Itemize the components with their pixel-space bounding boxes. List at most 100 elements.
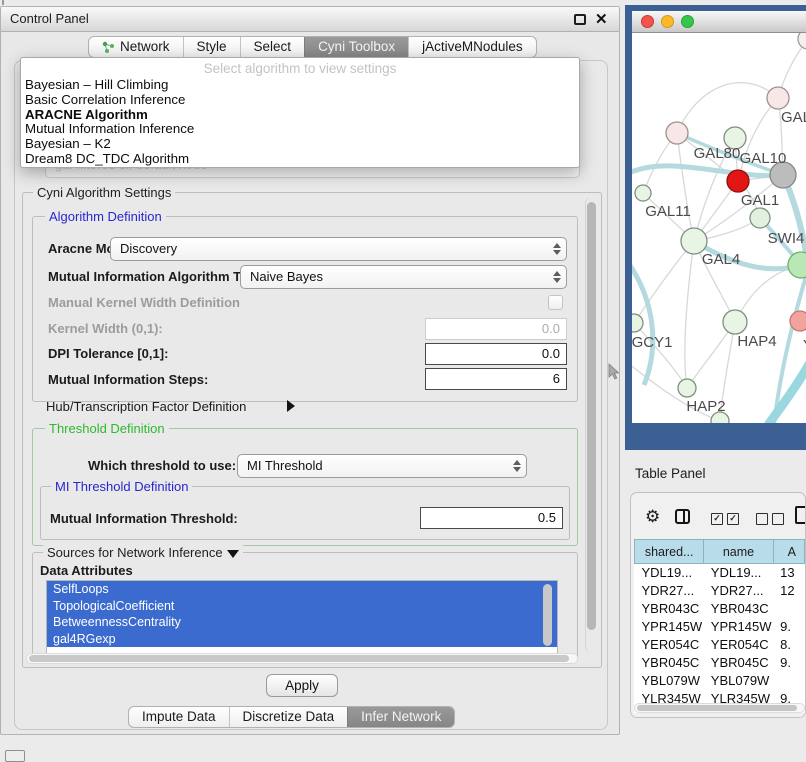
node-label: HAP4 xyxy=(737,333,776,350)
node-gal1[interactable] xyxy=(750,208,770,228)
close-traffic-light-icon[interactable] xyxy=(641,15,654,28)
table-hscroll-thumb[interactable] xyxy=(637,705,797,711)
mi-threshold-label: Mutual Information Threshold: xyxy=(50,510,238,528)
attribute-item[interactable]: BetweennessCentrality xyxy=(47,614,557,631)
algorithm-option[interactable]: Bayesian – K2 xyxy=(21,137,579,152)
cell[interactable]: YPR145W xyxy=(635,618,704,636)
unchecked-box-icon xyxy=(772,513,784,525)
apply-button[interactable]: Apply xyxy=(266,674,338,697)
cell[interactable]: 8. xyxy=(773,636,804,654)
file-icon[interactable] xyxy=(795,506,806,524)
tab-select[interactable]: Select xyxy=(240,37,305,57)
column-header-shared-name[interactable]: shared... xyxy=(635,540,704,564)
tab-impute-data-label: Impute Data xyxy=(142,706,216,728)
cell[interactable]: YBL079W xyxy=(704,672,773,690)
algorithm-option[interactable]: Bayesian – Hill Climbing xyxy=(21,78,579,93)
float-window-icon[interactable] xyxy=(574,14,586,25)
cell[interactable]: YBR043C xyxy=(635,600,704,618)
settings-hscroll-track[interactable] xyxy=(26,653,578,664)
mi-threshold-input[interactable]: 0.5 xyxy=(420,507,563,529)
cell[interactable]: YBL079W xyxy=(635,672,704,690)
attribute-item[interactable]: SelfLoops xyxy=(47,581,557,598)
which-threshold-combobox[interactable]: MI Threshold xyxy=(237,454,527,478)
attributes-list-scrollbar[interactable] xyxy=(543,584,552,646)
node-gcy1[interactable] xyxy=(632,314,643,332)
algorithm-option[interactable]: Dream8 DC_TDC Algorithm xyxy=(21,152,579,167)
collapsed-panel-button[interactable] xyxy=(5,750,25,762)
cell[interactable]: 9. xyxy=(773,618,804,636)
node-swi4[interactable] xyxy=(788,252,806,278)
cell[interactable]: YBR045C xyxy=(704,654,773,672)
table-row: YDR27...YDR27...12 xyxy=(635,582,805,600)
tab-network[interactable]: Network xyxy=(89,37,183,57)
cell[interactable] xyxy=(773,600,804,618)
node-gal11[interactable] xyxy=(635,185,651,201)
node-hap4[interactable] xyxy=(723,310,747,334)
mi-steps-label: Mutual Information Steps: xyxy=(48,371,208,389)
cell[interactable]: YBR045C xyxy=(635,654,704,672)
node-salmon[interactable] xyxy=(790,311,806,331)
tab-impute-data[interactable]: Impute Data xyxy=(129,707,229,727)
hub-definition-label: Hub/Transcription Factor Definition xyxy=(46,398,246,416)
screen: Control Panel ✕ Network Style Select Cyn… xyxy=(0,0,806,762)
settings-vscroll-thumb[interactable] xyxy=(587,202,596,630)
mi-type-combobox[interactable]: Naive Bayes xyxy=(240,265,567,289)
aracne-mode-combobox[interactable]: Discovery xyxy=(110,237,567,261)
cell[interactable] xyxy=(773,672,804,690)
node-selected-red[interactable] xyxy=(727,170,749,192)
cell[interactable]: YBR043C xyxy=(704,600,773,618)
top-edge-artifact xyxy=(2,0,4,5)
cell[interactable]: YDR27... xyxy=(635,582,704,600)
table-hscroll-track[interactable] xyxy=(634,703,805,713)
node-unlabeled-top[interactable] xyxy=(798,33,806,49)
hub-expander-icon[interactable] xyxy=(287,400,295,412)
algorithm-option[interactable]: Mutual Information Inference xyxy=(21,122,579,137)
minimize-traffic-light-icon[interactable] xyxy=(661,15,674,28)
cell[interactable]: YPR145W xyxy=(704,618,773,636)
node-gal2[interactable] xyxy=(767,87,789,109)
cell[interactable]: YDL19... xyxy=(635,564,704,583)
columns-icon[interactable] xyxy=(675,509,690,524)
node-hap2[interactable] xyxy=(678,379,696,397)
cell[interactable]: YDR27... xyxy=(704,582,773,600)
dpi-tolerance-input[interactable]: 0.0 xyxy=(425,343,567,365)
cell[interactable]: YER054C xyxy=(635,636,704,654)
table-panel: ⚙ ✓ ✓ shared... name A YDL19...YDL19...1… xyxy=(630,492,806,718)
cell[interactable]: 9. xyxy=(773,654,804,672)
node-label: GCY1 xyxy=(632,334,672,351)
cell[interactable]: 13 xyxy=(773,564,804,583)
gear-icon[interactable]: ⚙ xyxy=(645,508,660,526)
cell[interactable]: YER054C xyxy=(704,636,773,654)
table-header-row: shared... name A xyxy=(635,540,805,564)
combo-stepper-icon xyxy=(548,267,565,287)
tab-jactivemnodules[interactable]: jActiveMNodules xyxy=(408,37,536,57)
algorithm-option-selected[interactable]: ARACNE Algorithm xyxy=(21,108,579,123)
bottom-tabbar: Impute Data Discretize Data Infer Networ… xyxy=(128,706,455,728)
network-canvas[interactable]: GAL GAL80 GAL10 GAL1 GAL11 GAL4 SWI4 GCY… xyxy=(632,33,806,423)
deselect-all-icon[interactable] xyxy=(756,513,784,525)
node-label: GAL1 xyxy=(741,192,779,209)
column-header-name[interactable]: name xyxy=(704,540,773,564)
algorithm-option[interactable]: Basic Correlation Inference xyxy=(21,93,579,108)
node-gal80[interactable] xyxy=(666,122,688,144)
cell[interactable]: 12 xyxy=(773,582,804,600)
tab-cyni-toolbox[interactable]: Cyni Toolbox xyxy=(304,37,408,57)
cell[interactable]: YDL19... xyxy=(704,564,773,583)
table-row: YBR043CYBR043C xyxy=(635,600,805,618)
mi-steps-input[interactable]: 6 xyxy=(425,368,567,390)
control-panel-title: Control Panel xyxy=(0,6,89,32)
zoom-traffic-light-icon[interactable] xyxy=(681,15,694,28)
close-window-icon[interactable]: ✕ xyxy=(595,13,608,27)
attribute-item[interactable]: gal4RGexp xyxy=(47,631,557,648)
combo-stepper-icon xyxy=(508,456,525,476)
attribute-item[interactable]: TopologicalCoefficient xyxy=(47,598,557,615)
tab-style[interactable]: Style xyxy=(183,37,240,57)
checked-box-icon: ✓ xyxy=(727,513,739,525)
select-all-icon[interactable]: ✓ ✓ xyxy=(711,513,739,525)
settings-hscroll-thumb[interactable] xyxy=(29,655,569,662)
column-header-clipped[interactable]: A xyxy=(773,540,804,564)
tab-infer-network[interactable]: Infer Network xyxy=(347,707,454,727)
sources-group-title[interactable]: Sources for Network Inference xyxy=(43,545,243,560)
node-attribute-table: shared... name A YDL19...YDL19...13 YDR2… xyxy=(634,539,805,718)
tab-discretize-data[interactable]: Discretize Data xyxy=(229,707,348,727)
